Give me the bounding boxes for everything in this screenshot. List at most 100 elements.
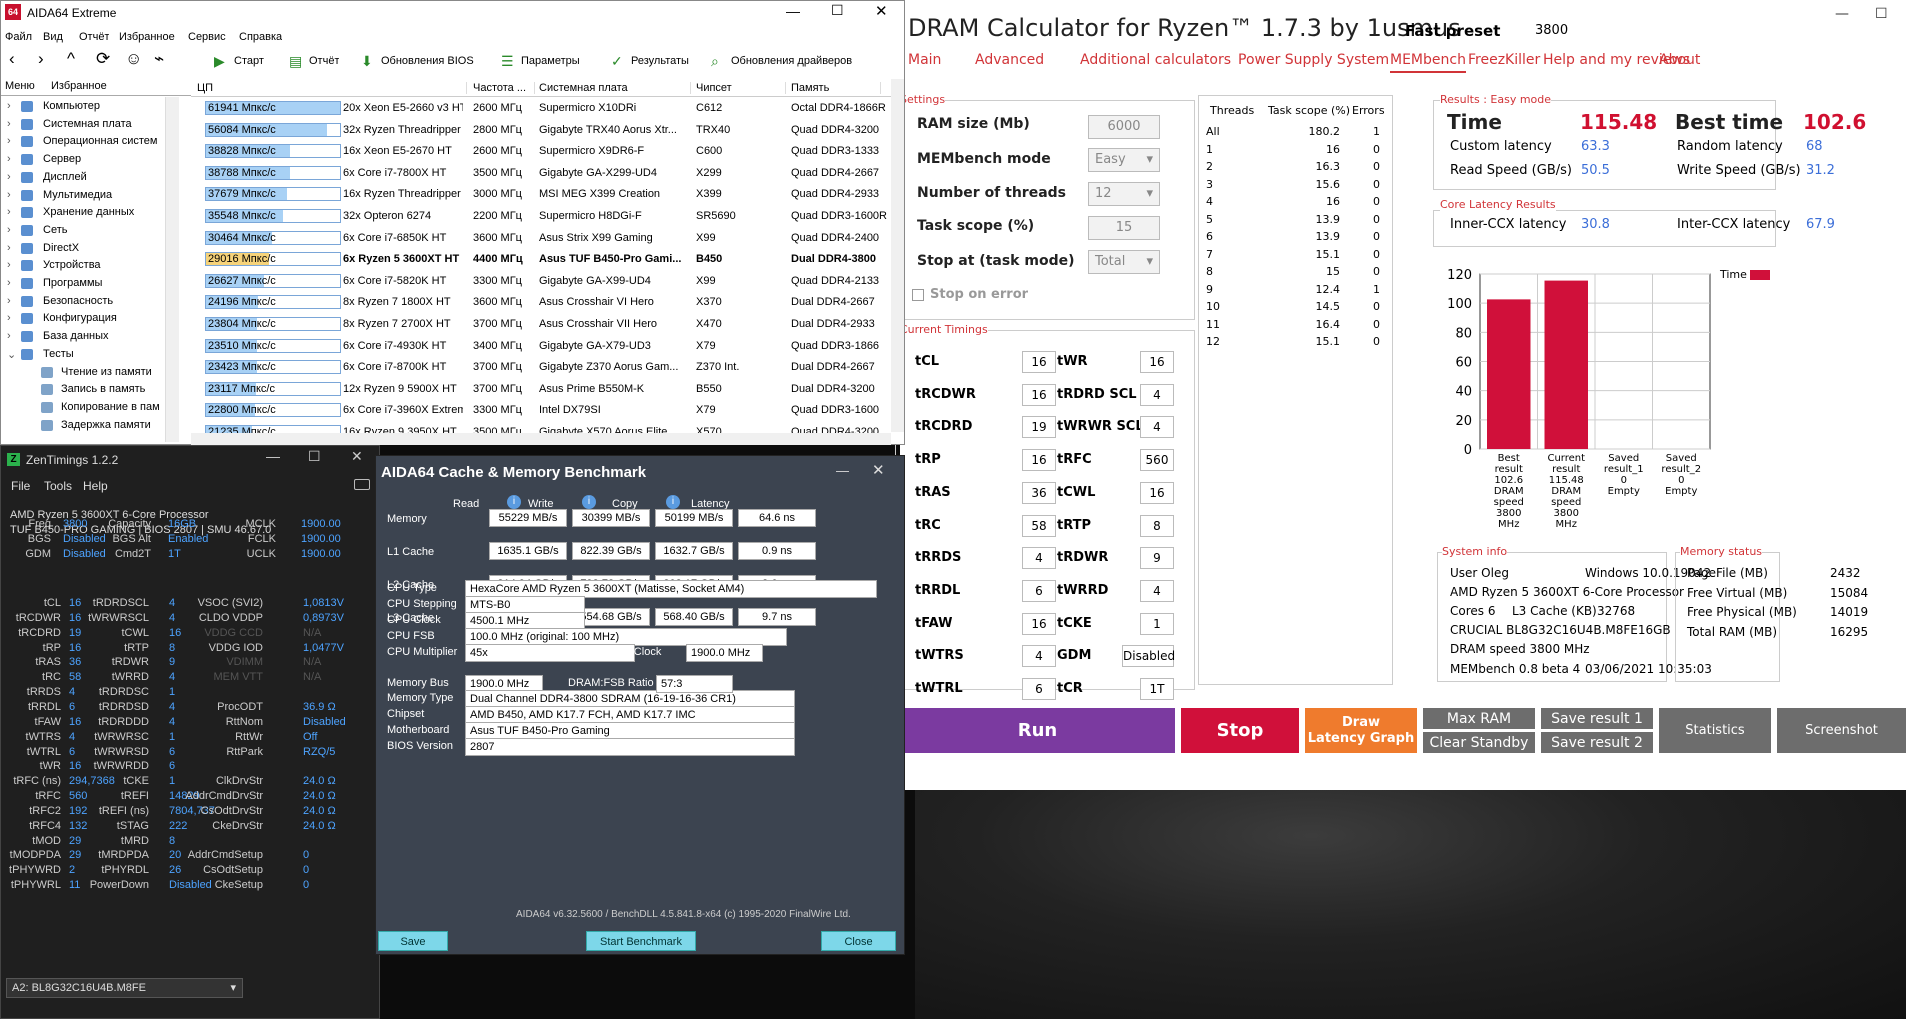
expand-arrow-icon[interactable]: ›	[7, 259, 11, 271]
mode-select[interactable]: Easy ▾	[1088, 148, 1160, 172]
clear-standby-button[interactable]: Clear Standby	[1423, 732, 1535, 753]
tree-item-11[interactable]: Безопасность	[43, 295, 113, 307]
table-row[interactable]: 23117 Мпкс/с 12x Ryzen 9 5900X HT 3700 МГц…	[191, 379, 891, 400]
expand-arrow-icon[interactable]: ›	[7, 135, 11, 147]
expand-arrow-icon[interactable]: ›	[7, 330, 11, 342]
column-header[interactable]: Память	[791, 82, 881, 94]
close-icon[interactable]: ✕	[875, 2, 888, 20]
tab-advanced[interactable]: Advanced	[975, 52, 1044, 68]
table-row[interactable]: 23510 Мпкс/с 6x Core i7-4930K HT 3400 МГц G…	[191, 336, 891, 357]
table-row[interactable]: 22800 Мпкс/с 6x Core i7-3960X Extrem... 33…	[191, 400, 891, 421]
stop-button[interactable]: Stop	[1181, 708, 1299, 753]
timing-value[interactable]: 9	[1140, 547, 1174, 570]
horizontal-scrollbar[interactable]	[191, 433, 891, 445]
tab-about[interactable]: About	[1659, 52, 1700, 68]
timing-value[interactable]: 16	[1022, 612, 1056, 635]
refresh-icon[interactable]: ⟳	[96, 49, 110, 69]
tree-scrollbar[interactable]	[165, 97, 179, 442]
start-benchmark-button[interactable]: Start Benchmark	[586, 931, 696, 951]
toolbar-button[interactable]: Отчёт	[309, 55, 339, 67]
table-row[interactable]: 38788 Мпкс/с 6x Core i7-7800X HT 3500 МГц G…	[191, 163, 891, 184]
run-button[interactable]: Run	[900, 708, 1175, 753]
maximize-icon[interactable]: ☐	[308, 448, 321, 465]
zen-menu-item[interactable]: Help	[83, 479, 108, 493]
tree-item-16[interactable]: Запись в память	[61, 383, 145, 395]
tree-item-17[interactable]: Копирование в пам	[61, 401, 160, 413]
close-icon[interactable]: ✕	[872, 461, 885, 479]
save-result-1-button[interactable]: Save result 1	[1541, 708, 1653, 729]
toolbar-button[interactable]: Обновления BIOS	[381, 55, 474, 67]
expand-arrow-icon[interactable]: ›	[7, 206, 11, 218]
table-row[interactable]: 35548 Мпкс/с 32x Opteron 6274 2200 МГц Supe…	[191, 206, 891, 227]
tab-power-supply-system[interactable]: Power Supply System	[1238, 52, 1389, 68]
tree-item-7[interactable]: Сеть	[43, 224, 67, 236]
up-icon[interactable]: ^	[67, 49, 75, 69]
expand-arrow-icon[interactable]: ›	[7, 100, 11, 112]
maximize-icon[interactable]: ☐	[1875, 6, 1888, 22]
timing-value[interactable]: 19	[1022, 416, 1056, 439]
expand-arrow-icon[interactable]: ›	[7, 312, 11, 324]
tab-additional-calculators[interactable]: Additional calculators	[1080, 52, 1231, 68]
tab-menu[interactable]: Меню	[5, 80, 35, 92]
tree-item-8[interactable]: DirectX	[43, 242, 79, 254]
timing-value[interactable]: 16	[1022, 449, 1056, 472]
expand-arrow-icon[interactable]: ›	[7, 224, 11, 236]
tree-item-2[interactable]: Операционная систем	[43, 135, 157, 147]
menu-item[interactable]: Справка	[239, 31, 282, 43]
threads-select[interactable]: 12 ▾	[1088, 182, 1160, 206]
timing-value[interactable]: 4	[1022, 547, 1056, 570]
table-row[interactable]: 23804 Мпкс/с 8x Ryzen 7 2700X HT 3700 МГц A…	[191, 314, 891, 335]
expand-arrow-icon[interactable]: ›	[7, 277, 11, 289]
toolbar-button[interactable]: Обновления драйверов	[731, 55, 852, 67]
timing-value[interactable]: Disabled	[1122, 645, 1175, 668]
chart-icon[interactable]: ⌁	[154, 49, 164, 69]
timing-value[interactable]: 1	[1140, 612, 1174, 635]
tree-item-5[interactable]: Мультимедиа	[43, 189, 112, 201]
close-icon[interactable]: ✕	[351, 448, 363, 465]
tree-item-10[interactable]: Программы	[43, 277, 102, 289]
tree-item-14[interactable]: Тесты	[43, 348, 74, 360]
tree-item-13[interactable]: База данных	[43, 330, 109, 342]
table-row[interactable]: 56084 Мпкс/с 32x Ryzen Threadripper ... 28…	[191, 120, 891, 141]
tab-freezkiller[interactable]: FreezKiller	[1468, 52, 1540, 68]
ram-size-field[interactable]: 6000	[1088, 115, 1160, 139]
stop-at-select[interactable]: Total ▾	[1088, 250, 1160, 274]
minimize-icon[interactable]: —	[836, 463, 849, 478]
table-row[interactable]: 26627 Мпкс/с 6x Core i7-5820K HT 3300 МГц G…	[191, 271, 891, 292]
info-icon[interactable]: i	[507, 495, 521, 509]
back-icon[interactable]: ‹	[9, 49, 15, 69]
table-row[interactable]: 38828 Мпкс/с 16x Xeon E5-2670 HT 2600 МГц S…	[191, 141, 891, 162]
expand-arrow-icon[interactable]: ›	[7, 295, 11, 307]
dimm-select[interactable]: A2: BL8G32C16U4B.M8FE ▾	[6, 978, 243, 998]
table-row[interactable]: 61941 Мпкс/с 20x Xeon E5-2660 v3 HT 2600 М…	[191, 98, 891, 119]
timing-value[interactable]: 16	[1140, 351, 1174, 373]
column-header[interactable]: ЦП	[197, 82, 467, 94]
menu-item[interactable]: Вид	[43, 31, 63, 43]
forward-icon[interactable]: ›	[38, 49, 44, 69]
table-row[interactable]: 21235 Мпкс/с 16x Ryzen 9 3950X HT 3500 МГц…	[191, 422, 891, 433]
camera-icon[interactable]	[354, 479, 370, 490]
minimize-icon[interactable]: —	[786, 3, 800, 19]
timing-value[interactable]: 16	[1140, 481, 1174, 504]
timing-value[interactable]: 58	[1022, 514, 1056, 537]
tree-item-0[interactable]: Компьютер	[43, 100, 100, 112]
tree-item-15[interactable]: Чтение из памяти	[61, 366, 152, 378]
timing-value[interactable]: 8	[1140, 514, 1174, 537]
timing-value[interactable]: 560	[1140, 449, 1174, 472]
timing-value[interactable]: 36	[1022, 481, 1056, 504]
column-header[interactable]: Чипсет	[696, 82, 786, 94]
scope-field[interactable]: 15	[1088, 216, 1160, 240]
results-scrollbar[interactable]	[891, 79, 904, 432]
table-row[interactable]: 30464 Мпкс/с 6x Core i7-6850K HT 3600 МГц A…	[191, 228, 891, 249]
info-icon[interactable]: i	[582, 495, 596, 509]
timing-value[interactable]: 16	[1022, 383, 1056, 406]
table-row[interactable]: 24196 Мпкс/с 8x Ryzen 7 1800X HT 3600 МГц A…	[191, 292, 891, 313]
info-icon[interactable]: i	[666, 495, 680, 509]
user-icon[interactable]: ☺	[125, 49, 142, 69]
expand-arrow-icon[interactable]: ›	[7, 171, 11, 183]
zen-menu-item[interactable]: Tools	[44, 479, 72, 493]
toolbar-button[interactable]: Параметры	[521, 55, 580, 67]
tree-item-4[interactable]: Дисплей	[43, 171, 87, 183]
column-header[interactable]: Системная плата	[539, 82, 691, 94]
table-row[interactable]: 37679 Мпкс/с 16x Ryzen Threadripper ... 30…	[191, 184, 891, 205]
